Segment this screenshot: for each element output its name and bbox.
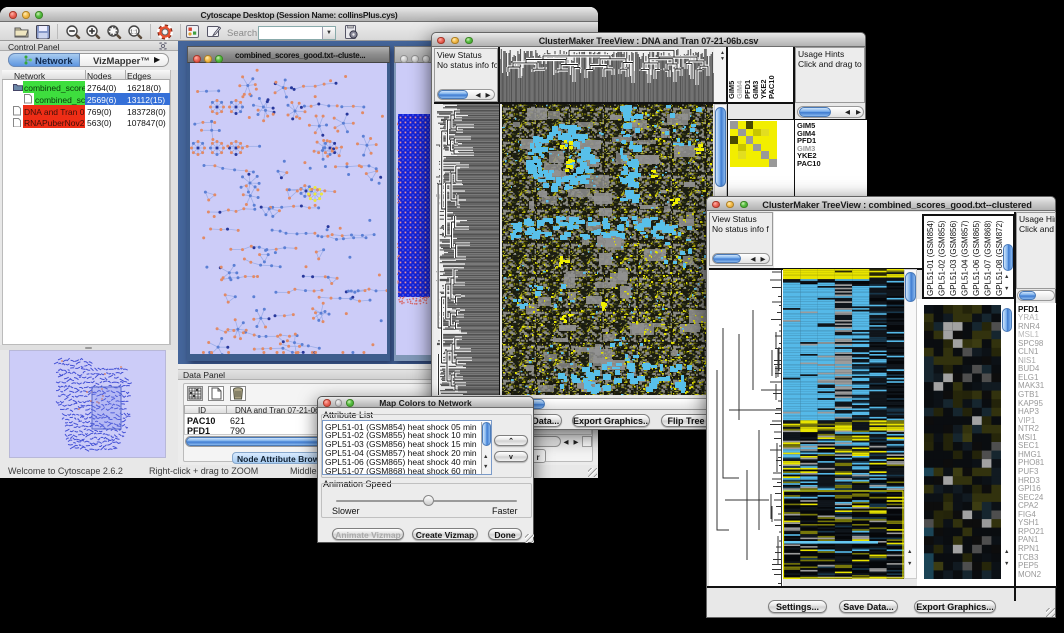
svg-text:GPL51-07 (GSM868): GPL51-07 (GSM868)	[984, 220, 993, 296]
svg-text:1:1: 1:1	[130, 29, 138, 35]
svg-text:GPL51-03 (GSM856): GPL51-03 (GSM856)	[949, 220, 958, 296]
svg-text:PAC10: PAC10	[767, 75, 776, 99]
svg-text:GPL51-04 (GSM857): GPL51-04 (GSM857)	[961, 220, 970, 296]
svg-text:GPL51-01 (GSM854): GPL51-01 (GSM854)	[926, 220, 935, 296]
svg-text:GPL51-02 (GSM855): GPL51-02 (GSM855)	[938, 220, 947, 296]
svg-text:GPL51-06 (GSM865): GPL51-06 (GSM865)	[972, 220, 981, 296]
